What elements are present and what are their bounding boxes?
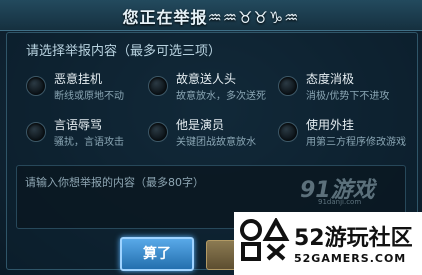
option-negative[interactable]: 态度消极 消极/优势下不进攻 [278, 70, 408, 106]
brand-url: 52GAMERS.COM [294, 252, 407, 265]
brand-logo-icon [240, 218, 290, 261]
brand-watermark: 52游玩社区 52GAMERS.COM [234, 212, 422, 275]
radio-button[interactable] [26, 122, 46, 142]
watermark-url: 91danji.com [318, 198, 362, 206]
option-afk[interactable]: 恶意挂机 断线或原地不动 [26, 70, 156, 106]
option-label: 故意送人头 [176, 72, 237, 86]
report-dialog: 您正在举报♒♒♉♉♑♒ 请选择举报内容（最多可选三项） 恶意挂机 断线或原地不动… [0, 0, 422, 275]
title-bar: 您正在举报♒♒♉♉♑♒ [0, 0, 422, 31]
option-label: 使用外挂 [306, 118, 355, 132]
dialog-title: 您正在举报♒♒♉♉♑♒ [122, 8, 300, 27]
radio-button[interactable] [278, 76, 298, 96]
option-label: 恶意挂机 [54, 72, 103, 86]
option-desc: 断线或原地不动 [54, 91, 124, 102]
option-label: 言语辱骂 [54, 118, 103, 132]
radio-button[interactable] [278, 122, 298, 142]
option-desc: 消极/优势下不进攻 [306, 91, 390, 102]
option-actor[interactable]: 他是演员 关键团战故意放水 [148, 116, 278, 152]
confirm-button[interactable]: 算了 [120, 237, 194, 271]
option-label: 态度消极 [306, 72, 355, 86]
option-desc: 关键团战故意放水 [176, 137, 256, 148]
option-desc: 故意放水，多次送死 [176, 91, 266, 102]
option-desc: 骚扰，言语攻击 [54, 137, 124, 148]
brand-name: 52游玩社区 [294, 226, 413, 251]
option-feeding[interactable]: 故意送人头 故意放水，多次送死 [148, 70, 278, 106]
option-cheat[interactable]: 使用外挂 用第三方程序修改游戏 [278, 116, 408, 152]
report-text-placeholder: 请输入你想举报的内容（最多80字） [25, 176, 204, 189]
option-abuse[interactable]: 言语辱骂 骚扰，言语攻击 [26, 116, 156, 152]
option-desc: 用第三方程序修改游戏 [306, 137, 406, 148]
radio-button[interactable] [148, 76, 168, 96]
report-subtitle: 请选择举报内容（最多可选三项） [26, 44, 222, 59]
option-label: 他是演员 [176, 118, 225, 132]
radio-button[interactable] [148, 122, 168, 142]
radio-button[interactable] [26, 76, 46, 96]
